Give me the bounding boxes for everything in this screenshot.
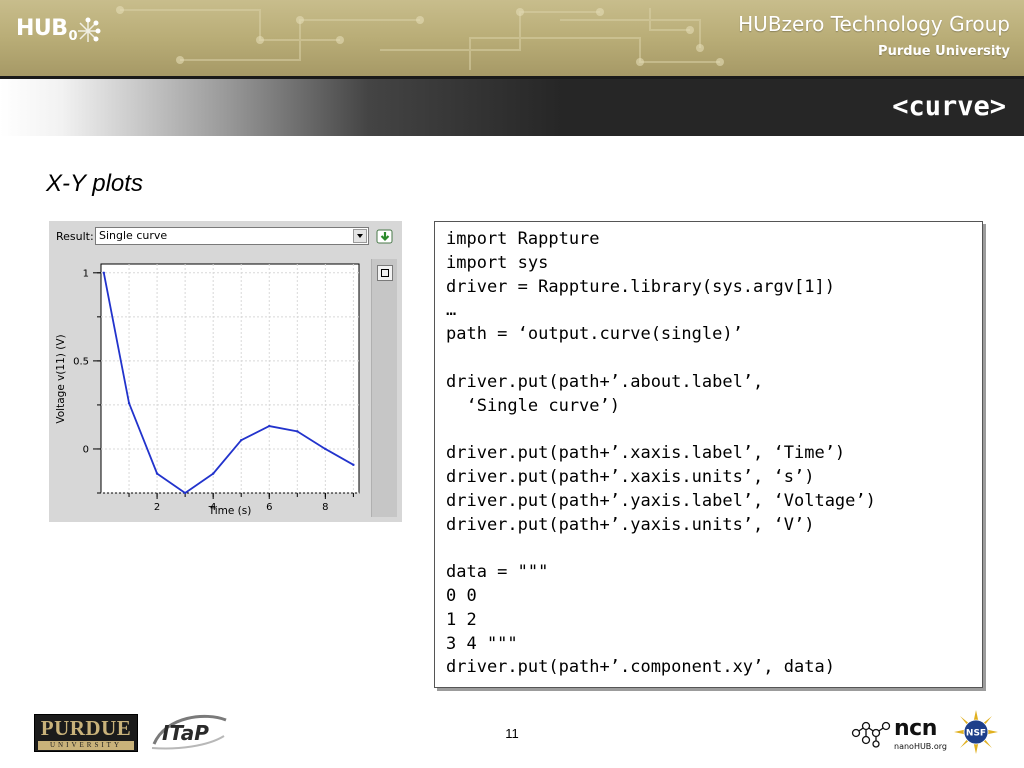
code-line: ‘Single curve’) [446,395,620,416]
y-tick-label: 0 [83,444,89,455]
group-subtitle: Purdue University [878,44,1010,59]
nsf-logo[interactable]: NSF [954,710,998,754]
x-tick-label: 2 [154,502,160,513]
code-line: import Rappture [446,229,600,249]
code-line: … [446,300,457,321]
code-line: 1 2 [446,609,477,630]
header-banner: HUB0 HUBzero Technology Group Purdue Uni… [0,0,1024,76]
code-line: driver.put(path+’.xaxis.label’, ‘Time’) [446,443,846,464]
code-line: 3 4 """ [446,633,518,654]
chevron-down-icon[interactable] [353,229,367,243]
code-line: path = ‘output.curve(single)’ [446,324,743,345]
ncn-nanohub-logo[interactable]: ncn nanoHUB.org [850,712,954,754]
code-line: driver.put(path+’.yaxis.units’, ‘V’) [446,514,815,535]
result-label: Result: [56,230,94,243]
result-select[interactable]: Single curve [95,227,369,245]
purdue-logo[interactable]: PURDUE UNIVERSITY [34,714,138,752]
code-line: driver = Rappture.library(sys.argv[1]) [446,276,835,297]
code-line: data = """ [446,562,549,583]
plot-background [100,263,360,494]
group-title: HUBzero Technology Group [738,12,1010,36]
zoom-reset-icon[interactable] [377,265,393,281]
data-point [296,430,299,433]
hub-sparkle-icon [78,17,101,42]
y-tick-label: 1 [83,268,89,279]
x-tick-label: 8 [322,502,328,513]
slide-title: <curve> [892,91,1006,122]
y-tick-label: 0.5 [73,356,89,367]
ncn-logo-url: nanoHUB.org [894,742,947,751]
section-subtitle: X-Y plots [46,170,143,197]
hubzero-logo-text: HUB [16,16,68,41]
data-point [240,438,243,442]
rappture-result-panel: Result: Single curve 2 4 6 8 0 0.5 1 Time (s) … [49,221,402,522]
code-line: 0 0 [446,585,477,606]
x-tick-label: 6 [266,502,272,513]
x-axis-label: Time (s) [208,505,252,517]
ncn-logo-word: ncn [894,716,937,741]
code-line: import sys [446,252,549,273]
data-point [183,491,187,495]
data-point [102,271,106,275]
slide-title-bar: <curve> [0,79,1024,136]
code-line: driver.put(path+’.component.xy’, data) [446,657,835,678]
nsf-logo-text: NSF [966,729,986,739]
purdue-logo-university: UNIVERSITY [38,741,134,750]
result-select-value: Single curve [99,229,168,242]
y-axis-label: Voltage v(11) (V) [55,334,67,423]
download-icon[interactable] [376,228,394,245]
hubzero-logo[interactable]: HUB0 [16,16,78,48]
data-point [127,401,131,405]
xy-plot[interactable]: 2 4 6 800.51 Time (s) Voltage v(11) (V) [49,253,369,517]
itap-logo[interactable]: ITaP [148,710,230,752]
page-number: 11 [505,726,519,741]
plot-toolbar [371,259,397,517]
data-point [352,463,355,467]
data-point [324,447,327,451]
molecule-icon [851,721,891,748]
data-point [155,472,159,475]
purdue-logo-word: PURDUE [40,716,132,740]
code-line: driver.put(path+’.yaxis.label’, ‘Voltage… [446,490,876,511]
itap-logo-text: ITaP [162,721,209,745]
data-point [211,472,215,475]
data-point [268,424,271,428]
code-line: driver.put(path+’.about.label’, [446,371,764,392]
code-line: driver.put(path+’.xaxis.units’, ‘s’) [446,466,815,487]
code-listing: import Rappture import sys driver = Rapptu… [434,221,983,688]
